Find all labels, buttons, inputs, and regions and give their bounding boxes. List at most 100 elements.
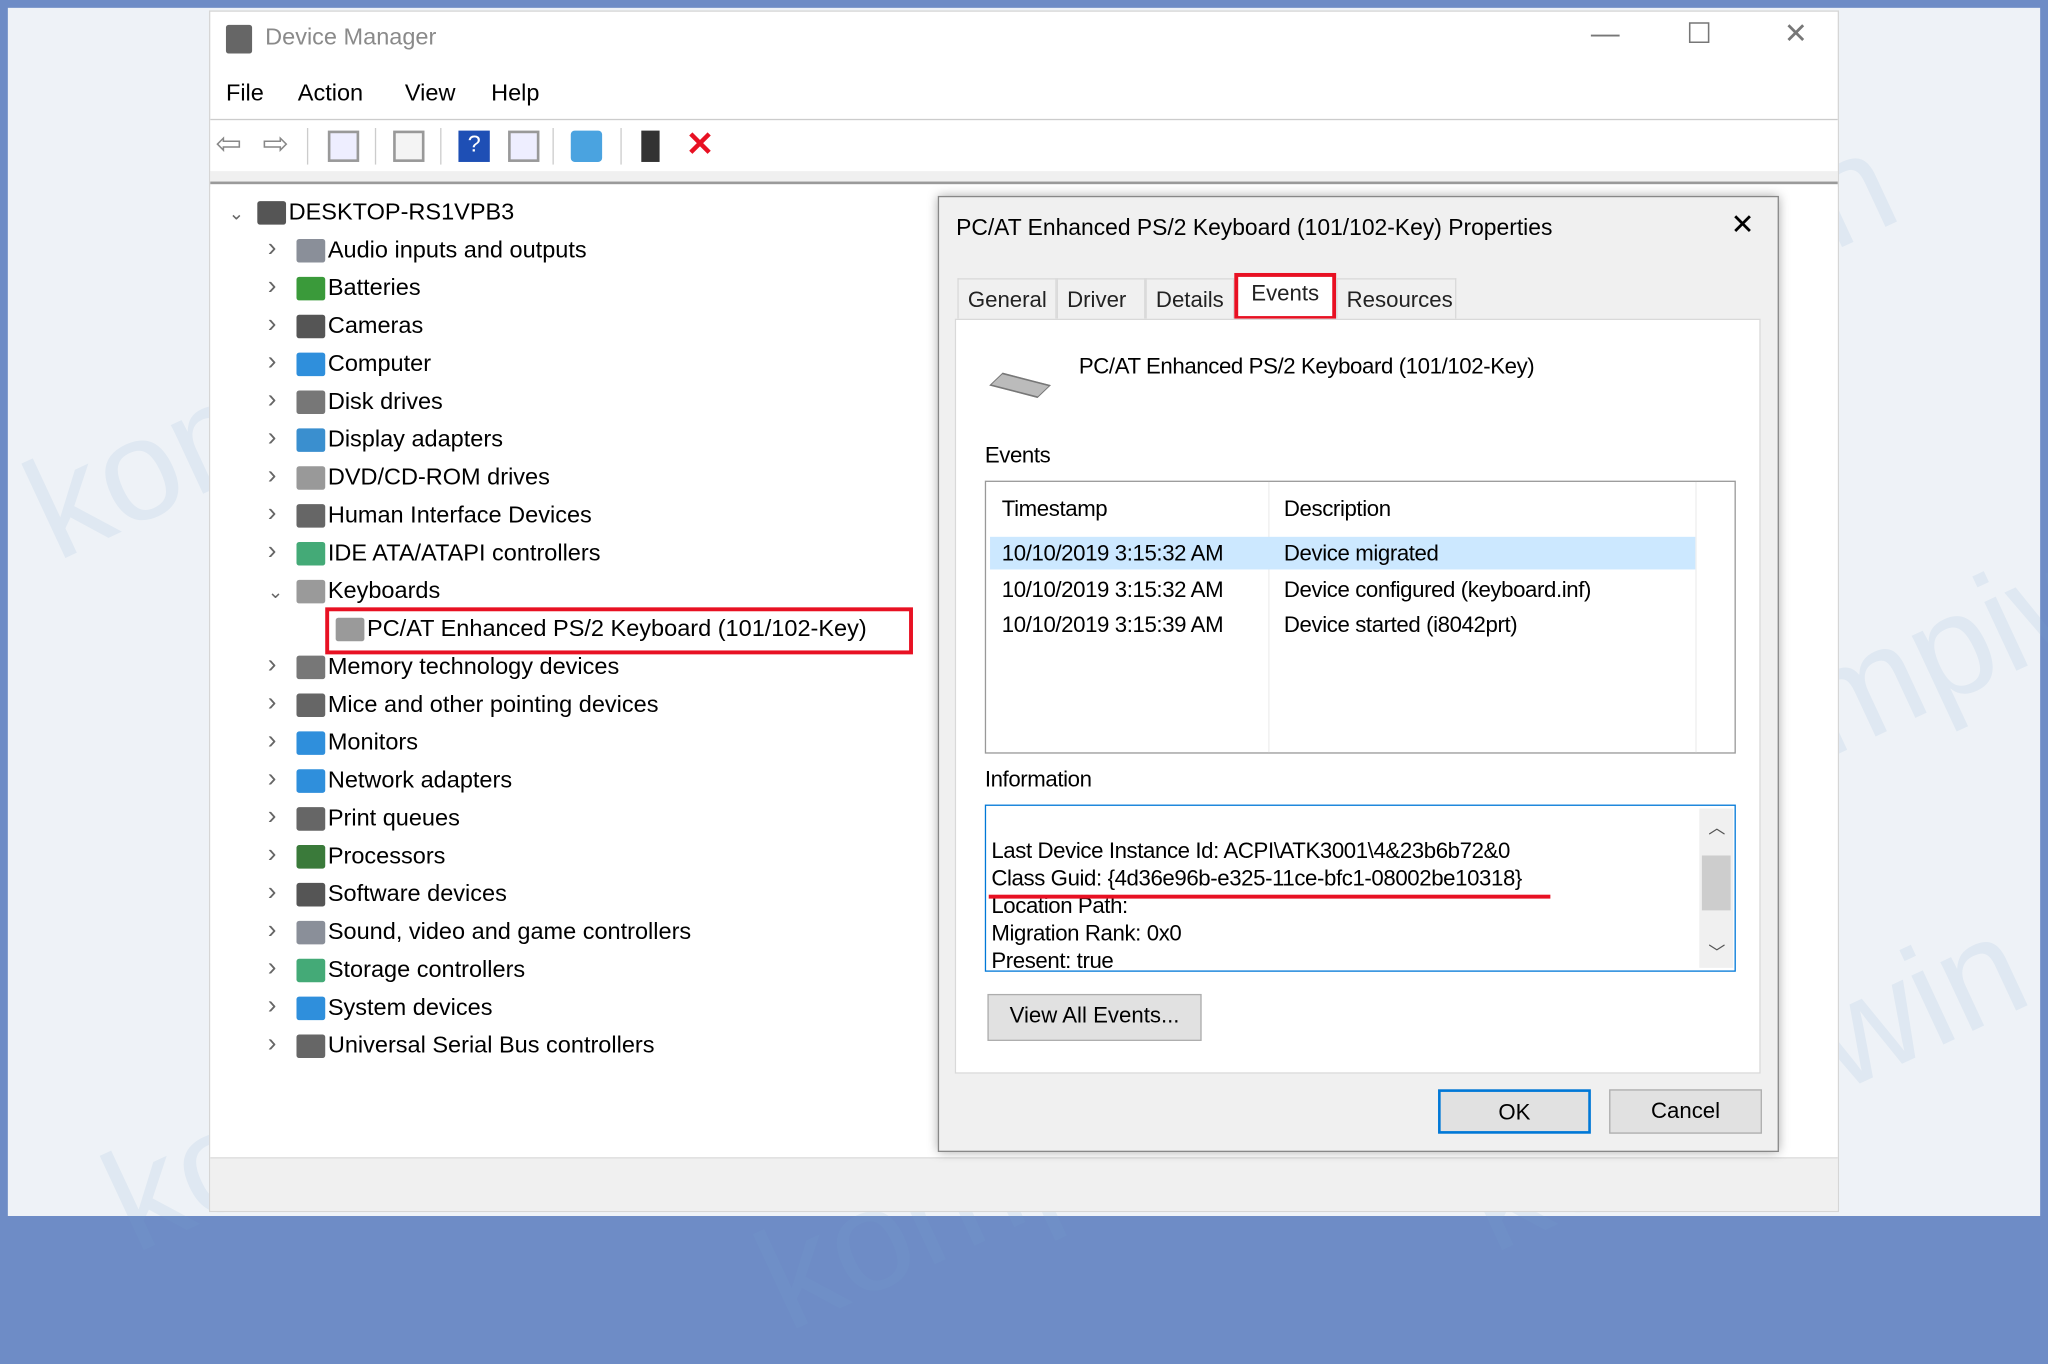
chevron-right-icon[interactable]: › (268, 916, 277, 946)
action-pane-icon[interactable] (508, 130, 540, 162)
window-title: Device Manager (265, 23, 437, 50)
tree-item-label: Software devices (327, 880, 507, 907)
display-adapter-icon (296, 428, 326, 452)
tree-item-label: Universal Serial Bus controllers (327, 1031, 655, 1058)
chevron-right-icon[interactable]: › (268, 461, 277, 491)
scan-hardware-icon[interactable] (570, 130, 603, 162)
events-list[interactable]: Timestamp Description 10/10/2019 3:15:32… (984, 480, 1736, 754)
chevron-right-icon[interactable]: › (268, 991, 277, 1021)
tree-item-label: Disk drives (327, 387, 443, 415)
chevron-right-icon[interactable]: › (268, 385, 277, 415)
maximize-button[interactable]: ☐ (1673, 17, 1725, 51)
printer-icon (296, 807, 326, 831)
dialog-close-button[interactable]: ✕ (1731, 208, 1755, 242)
menu-action[interactable]: Action (298, 80, 363, 107)
chevron-right-icon[interactable]: › (268, 272, 277, 302)
tree-item-label: Human Interface Devices (327, 501, 592, 528)
event-row[interactable]: 10/10/2019 3:15:39 AM Device started (i80… (990, 609, 1695, 642)
device-name: PC/AT Enhanced PS/2 Keyboard (101/102-Ke… (1078, 353, 1535, 379)
uninstall-icon[interactable]: ✕ (686, 124, 717, 163)
chevron-right-icon[interactable]: › (268, 878, 277, 908)
battery-icon (296, 276, 326, 301)
menu-view[interactable]: View (405, 80, 456, 107)
tree-item-label: Audio inputs and outputs (327, 236, 587, 263)
chevron-right-icon[interactable]: › (268, 347, 277, 377)
status-bar (210, 1157, 1838, 1211)
hid-icon (296, 504, 326, 528)
info-scrollbar[interactable]: ︿ ﹀ (1699, 808, 1734, 968)
scroll-down-icon[interactable]: ﹀ (1708, 939, 1725, 964)
view-all-events-button[interactable]: View All Events... (987, 993, 1202, 1041)
tab-events[interactable]: Events (1234, 272, 1337, 320)
information-box[interactable]: Last Device Instance Id: ACPI\ATK3001\4&… (984, 804, 1736, 972)
chevron-down-icon[interactable]: ⌄ (229, 202, 244, 224)
back-icon[interactable]: ⇦ (216, 125, 247, 162)
tab-resources[interactable]: Resources (1336, 278, 1457, 319)
chevron-right-icon[interactable]: › (268, 310, 277, 340)
dvd-icon (296, 466, 326, 490)
chevron-right-icon[interactable]: › (268, 234, 277, 264)
menu-file[interactable]: File (226, 80, 264, 107)
properties-icon[interactable] (393, 130, 425, 162)
tree-item-label: Display adapters (327, 425, 503, 452)
chevron-right-icon[interactable]: › (268, 499, 277, 529)
keyboard-icon (989, 372, 1051, 398)
chevron-right-icon[interactable]: › (268, 953, 277, 983)
menu-bar: File Action View Help (210, 77, 1837, 119)
show-hide-tree-icon[interactable] (327, 130, 360, 162)
tree-item-label: Keyboards (327, 577, 441, 604)
computer-icon (257, 201, 287, 225)
event-timestamp: 10/10/2019 3:15:32 AM (1001, 576, 1224, 602)
minimize-button[interactable]: — (1579, 17, 1631, 51)
chevron-right-icon[interactable]: › (268, 650, 277, 680)
mouse-icon (296, 693, 326, 718)
tree-item-label: DVD/CD-ROM drives (327, 463, 550, 490)
tree-item-label: Processors (327, 842, 446, 869)
chevron-right-icon[interactable]: › (268, 840, 277, 870)
ok-button[interactable]: OK (1438, 1089, 1591, 1134)
chevron-right-icon[interactable]: › (268, 1029, 277, 1059)
tree-item-label: Cameras (327, 312, 424, 339)
column-timestamp[interactable]: Timestamp (1002, 496, 1108, 522)
cancel-button[interactable]: Cancel (1609, 1089, 1762, 1134)
scroll-thumb[interactable] (1701, 855, 1731, 911)
tab-general[interactable]: General (957, 278, 1057, 319)
tab-driver[interactable]: Driver (1056, 278, 1146, 319)
chevron-right-icon[interactable]: › (268, 802, 277, 832)
tree-item-label: Sound, video and game controllers (327, 918, 692, 945)
forward-icon[interactable]: ⇨ (263, 125, 294, 162)
information-label: Information (984, 766, 1092, 792)
memory-icon (296, 655, 326, 680)
column-description[interactable]: Description (1284, 496, 1391, 522)
menu-help[interactable]: Help (491, 80, 539, 107)
keyboard-icon (296, 579, 326, 604)
tab-details[interactable]: Details (1145, 278, 1235, 319)
chevron-right-icon[interactable]: › (268, 537, 277, 567)
event-row[interactable]: 10/10/2019 3:15:32 AM Device migrated (990, 536, 1696, 570)
tree-item-label: Memory technology devices (327, 653, 620, 680)
event-description: Device migrated (1283, 540, 1439, 566)
update-driver-icon[interactable] (641, 130, 660, 162)
dialog-title: PC/AT Enhanced PS/2 Keyboard (101/102-Ke… (956, 214, 1553, 241)
highlight-box (325, 607, 913, 655)
chevron-right-icon[interactable]: › (268, 726, 277, 756)
scroll-up-icon[interactable]: ︿ (1708, 814, 1725, 839)
tree-item-label: IDE ATA/ATAPI controllers (327, 539, 601, 566)
info-line: Last Device Instance Id: ACPI\ATK3001\4&… (991, 838, 1510, 864)
chevron-down-icon[interactable]: ⌄ (268, 581, 283, 603)
tree-item-label: System devices (327, 993, 493, 1021)
events-label: Events (984, 442, 1051, 468)
computer-icon (296, 352, 326, 377)
tree-item-label: Monitors (327, 728, 418, 755)
processor-icon (296, 845, 326, 869)
event-row[interactable]: 10/10/2019 3:15:32 AM Device configured (… (990, 573, 1695, 606)
tree-item-label: DESKTOP-RS1VPB3 (288, 198, 515, 225)
chevron-right-icon[interactable]: › (268, 764, 277, 794)
info-line: Migration Rank: 0x0 (991, 920, 1182, 946)
tree-item-label: Batteries (327, 274, 421, 301)
properties-dialog: PC/AT Enhanced PS/2 Keyboard (101/102-Ke… (937, 195, 1779, 1152)
help-icon[interactable]: ? (458, 130, 490, 162)
close-button[interactable]: ✕ (1770, 17, 1822, 51)
chevron-right-icon[interactable]: › (268, 688, 277, 718)
chevron-right-icon[interactable]: › (268, 423, 277, 453)
